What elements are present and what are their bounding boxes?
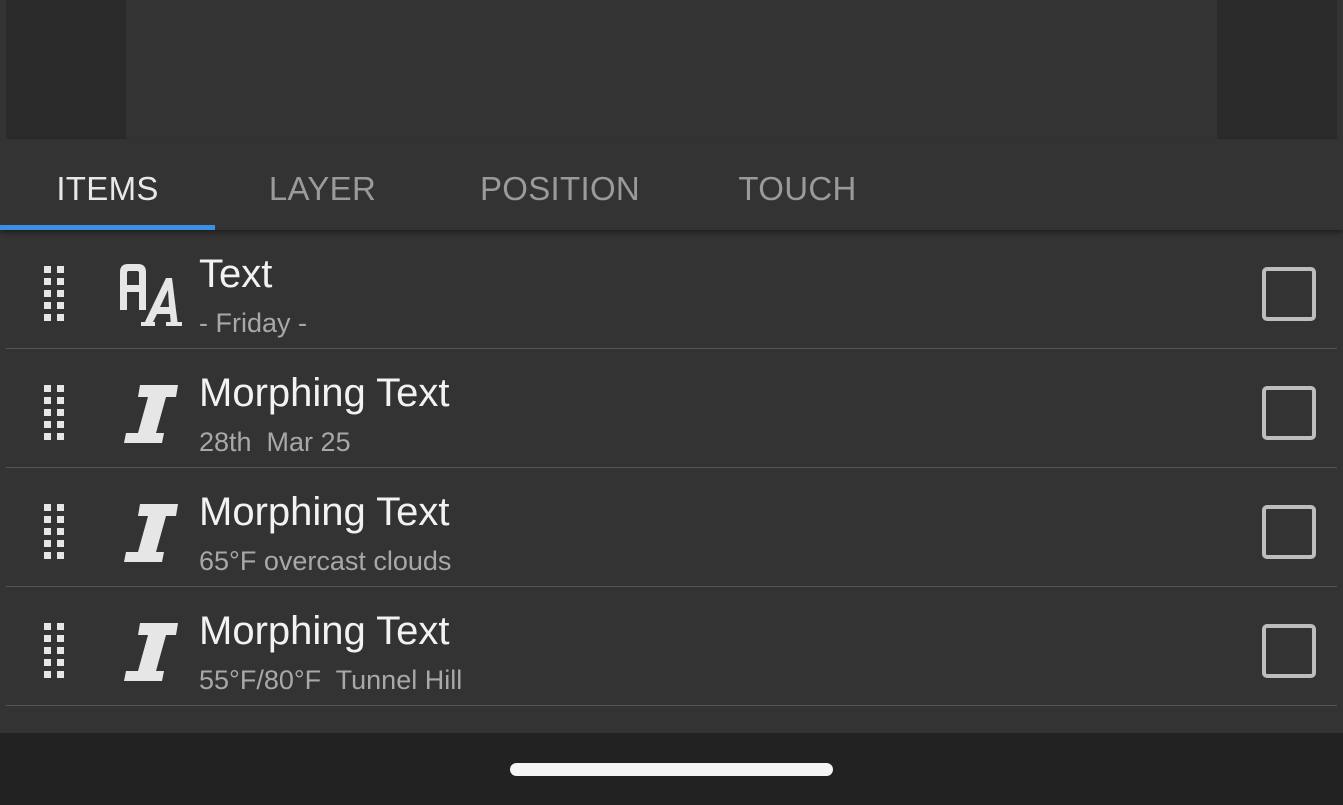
drag-handle-icon[interactable]	[38, 264, 70, 328]
preview-right-panel	[1217, 0, 1337, 139]
drag-handle-icon[interactable]	[38, 502, 70, 566]
morphing-text-icon	[124, 504, 178, 562]
items-list: Text - Friday - Morphing Text 28th Mar 2…	[0, 230, 1343, 733]
tab-touch[interactable]: TOUCH	[690, 139, 905, 230]
home-indicator[interactable]	[510, 763, 833, 776]
item-checkbox[interactable]	[1262, 624, 1316, 678]
item-title: Morphing Text	[199, 609, 450, 653]
item-subtitle: 55°F/80°F Tunnel Hill	[199, 665, 463, 695]
item-title: Text	[199, 252, 273, 296]
list-item[interactable]: Morphing Text 28th Mar 25	[0, 349, 1343, 468]
list-item[interactable]: Morphing Text 55°F/80°F Tunnel Hill	[0, 587, 1343, 706]
item-title: Morphing Text	[199, 490, 450, 534]
preview-left-panel	[6, 0, 126, 139]
morphing-text-icon	[124, 623, 178, 681]
item-checkbox[interactable]	[1262, 267, 1316, 321]
item-subtitle: - Friday -	[199, 308, 307, 338]
text-aa-icon	[120, 264, 182, 326]
preview-area	[0, 0, 1343, 139]
item-checkbox[interactable]	[1262, 386, 1316, 440]
drag-handle-icon[interactable]	[38, 383, 70, 447]
drag-handle-icon[interactable]	[38, 621, 70, 685]
morphing-text-icon	[124, 385, 178, 443]
tab-position[interactable]: POSITION	[455, 139, 665, 230]
item-subtitle: 65°F overcast clouds	[199, 546, 452, 576]
list-item[interactable]: Morphing Text 65°F overcast clouds	[0, 468, 1343, 587]
item-subtitle: 28th Mar 25	[199, 427, 351, 457]
system-navigation-bar	[0, 733, 1343, 805]
divider	[6, 705, 1337, 706]
item-title: Morphing Text	[199, 371, 450, 415]
list-item[interactable]: Text - Friday -	[0, 230, 1343, 349]
tab-layer[interactable]: LAYER	[215, 139, 430, 230]
tab-bar: ITEMS LAYER POSITION TOUCH	[0, 139, 1343, 230]
active-tab-indicator	[0, 225, 215, 230]
tab-items[interactable]: ITEMS	[0, 139, 215, 230]
item-checkbox[interactable]	[1262, 505, 1316, 559]
